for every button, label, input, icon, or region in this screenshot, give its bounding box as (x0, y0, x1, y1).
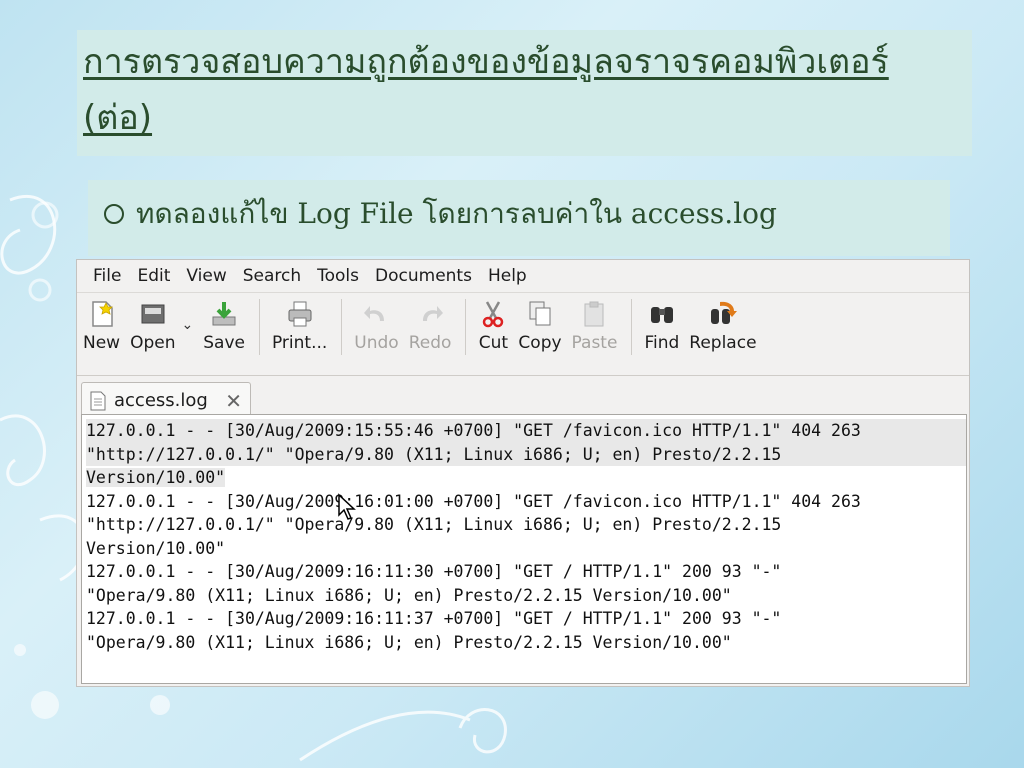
find-button[interactable]: Find (644, 299, 679, 353)
redo-button[interactable]: Redo (408, 299, 452, 353)
save-download-icon (212, 302, 236, 326)
print-label: Print... (271, 333, 328, 353)
toolbar-separator (341, 299, 343, 355)
close-tab-icon[interactable]: ✕ (225, 389, 242, 413)
copy-button[interactable]: Copy (518, 299, 562, 353)
new-button[interactable]: New (83, 299, 120, 353)
mouse-pointer-icon (338, 493, 356, 520)
open-dropdown-chevron-icon[interactable]: ⌄ (182, 317, 194, 333)
cut-button[interactable]: Cut (478, 299, 508, 353)
undo-arrow-icon (363, 306, 384, 321)
editor-line: "Opera/9.80 (X11; Linux i686; U; en) Pre… (86, 585, 732, 605)
menu-bar: File Edit View Search Tools Documents He… (77, 260, 969, 293)
editor-line: Version/10.00" (86, 466, 966, 490)
editor-line: Version/10.00" (86, 538, 226, 558)
menu-tools[interactable]: Tools (309, 266, 367, 286)
editor-line: 127.0.0.1 - - [30/Aug/2009:16:11:37 +070… (86, 609, 782, 628)
bullet-text: ทดลองแก้ไข Log File โดยการลบค่าใน access… (136, 197, 777, 230)
undo-button[interactable]: Undo (354, 299, 399, 353)
find-label: Find (644, 333, 680, 353)
toolbar-separator (465, 299, 467, 355)
tab-strip: access.log ✕ (77, 376, 969, 418)
print-button[interactable]: Print... (272, 299, 327, 353)
slide-title-line1: การตรวจสอบความถูกต้องของข้อมูลจราจรคอมพิ… (83, 42, 889, 82)
scissors-icon (483, 301, 504, 328)
open-label: Open (130, 333, 176, 353)
paste-button[interactable]: Paste (571, 299, 618, 353)
redo-arrow-icon (423, 306, 444, 321)
printer-icon (288, 301, 312, 327)
editor-line: 127.0.0.1 - - [30/Aug/2009:16:11:30 +070… (86, 562, 782, 581)
menu-file[interactable]: File (85, 266, 129, 286)
binoculars-icon (650, 307, 673, 323)
text-editor-window: File Edit View Search Tools Documents He… (76, 259, 970, 687)
editor-line: 127.0.0.1 - - [30/Aug/2009:16:01:00 +070… (86, 491, 861, 511)
folder-open-icon (141, 304, 165, 324)
copy-label: Copy (518, 333, 562, 353)
tab-access-log[interactable]: access.log ✕ (81, 382, 251, 418)
cut-label: Cut (478, 333, 509, 353)
copy-icon (529, 301, 551, 326)
bullet-circle-icon (104, 204, 124, 224)
editor-line: "http://127.0.0.1/" "Opera/9.80 (X11; Li… (86, 442, 966, 466)
editor-line: 127.0.0.1 - - [30/Aug/2009:15:55:46 +070… (86, 419, 966, 443)
editor-line: "http://127.0.0.1/" "Opera/9.80 (X11; Li… (86, 515, 782, 534)
toolbar: New Open ⌄ Save Print... Undo Redo Cut C… (77, 293, 969, 376)
clipboard-paste-icon (584, 301, 604, 327)
toolbar-separator (258, 299, 260, 355)
menu-documents[interactable]: Documents (367, 266, 480, 286)
toolbar-separator (631, 299, 633, 355)
text-file-icon (90, 391, 106, 410)
save-button[interactable]: Save (203, 299, 245, 353)
save-label: Save (203, 333, 245, 353)
bullet-box: ทดลองแก้ไข Log File โดยการลบค่าใน access… (88, 180, 950, 256)
slide-title-box: การตรวจสอบความถูกต้องของข้อมูลจราจรคอมพิ… (77, 30, 972, 156)
replace-label: Replace (689, 333, 757, 353)
editor-line-text: Version/10.00" (86, 468, 226, 487)
new-label: New (83, 333, 121, 353)
paste-label: Paste (571, 333, 618, 353)
find-replace-icon (710, 301, 737, 324)
undo-label: Undo (354, 333, 399, 353)
menu-search[interactable]: Search (235, 266, 309, 286)
menu-help[interactable]: Help (480, 266, 535, 286)
menu-edit[interactable]: Edit (129, 266, 178, 286)
tab-label: access.log (114, 390, 208, 411)
editor-line: "Opera/9.80 (X11; Linux i686; U; en) Pre… (86, 632, 732, 652)
menu-view[interactable]: View (178, 266, 234, 286)
open-button[interactable]: Open (130, 299, 176, 353)
redo-label: Redo (408, 333, 452, 353)
new-document-icon (91, 301, 113, 327)
text-editor-area[interactable]: 127.0.0.1 - - [30/Aug/2009:15:55:46 +070… (81, 414, 967, 684)
slide-title-line2: (ต่อ) (83, 98, 153, 138)
replace-button[interactable]: Replace (689, 299, 757, 353)
